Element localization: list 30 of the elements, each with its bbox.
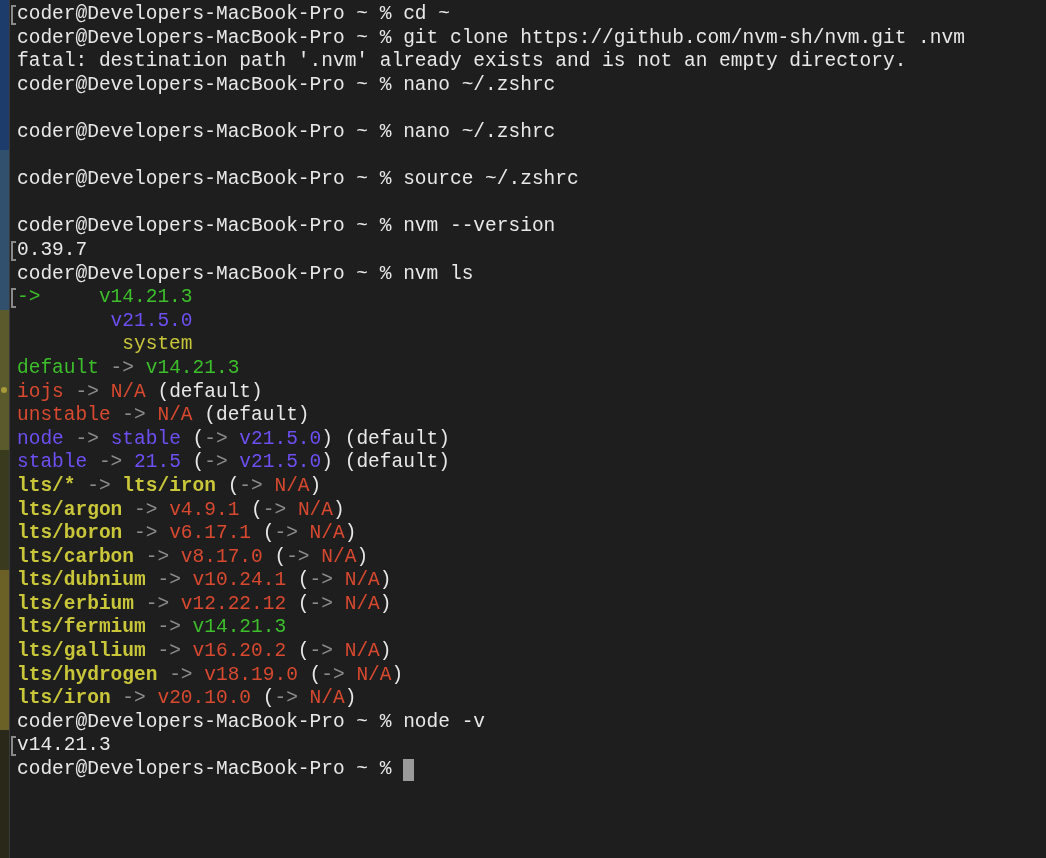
- terminal-line: 0.39.7: [17, 239, 88, 263]
- terminal-line: coder@Developers-MacBook-Pro ~ % nano ~/.zshrc: [17, 121, 556, 145]
- terminal-line: default -> v14.21.3: [17, 356, 240, 381]
- terminal-line: coder@Developers-MacBook-Pro ~ %: [17, 758, 392, 782]
- terminal-line: lts/dubnium -> v10.24.1 (-> N/A): [17, 569, 392, 593]
- terminal-line: coder@Developers-MacBook-Pro ~ % nvm ls: [17, 262, 474, 287]
- terminal-line: coder@Developers-MacBook-Pro ~ % cd ~: [17, 3, 450, 27]
- terminal-line: lts/iron -> v20.10.0 (-> N/A): [17, 687, 357, 711]
- terminal-line: v14.21.3: [17, 734, 111, 758]
- terminal-line: node -> stable (-> v21.5.0) (default): [17, 427, 450, 452]
- terminal-line: lts/argon -> v4.9.1 (-> N/A): [17, 498, 345, 522]
- terminal-line: coder@Developers-MacBook-Pro ~ % git clone https://github.com/nvm-sh/nvm.git .nvm: [17, 26, 965, 51]
- terminal-line: lts/hydrogen -> v18.19.0 (-> N/A): [17, 663, 404, 688]
- terminal-line: stable -> 21.5 (-> v21.5.0) (default): [17, 451, 450, 475]
- terminal-line: lts/boron -> v6.17.1 (-> N/A): [17, 522, 357, 546]
- terminal-line: iojs -> N/A (default): [17, 380, 263, 405]
- terminal-line: lts/fermium -> v14.21.3: [17, 616, 287, 640]
- terminal-line: fatal: destination path '.nvm' already exists and is not an empty directory.: [17, 50, 907, 74]
- terminal-line: coder@Developers-MacBook-Pro ~ % source ~/.zshrc: [17, 168, 579, 192]
- terminal-line: system: [121, 333, 193, 357]
- terminal-line: lts/erbium -> v12.22.12 (-> N/A): [17, 592, 392, 617]
- terminal-line: lts/gallium -> v16.20.2 (-> N/A): [17, 640, 392, 664]
- terminal-line: coder@Developers-MacBook-Pro ~ % node -v: [17, 710, 486, 735]
- terminal-line: v21.5.0: [109, 309, 193, 334]
- terminal-line: unstable -> N/A (default): [17, 404, 310, 428]
- terminal-line: lts/carbon -> v8.17.0 (-> N/A): [17, 545, 369, 570]
- terminal-line: lts/* -> lts/iron (-> N/A): [17, 474, 322, 499]
- terminal-line: coder@Developers-MacBook-Pro ~ % nano ~/.zshrc: [17, 73, 556, 98]
- terminal-line: coder@Developers-MacBook-Pro ~ % nvm --version: [17, 215, 556, 239]
- terminal-line: -> v14.21.3: [17, 286, 193, 310]
